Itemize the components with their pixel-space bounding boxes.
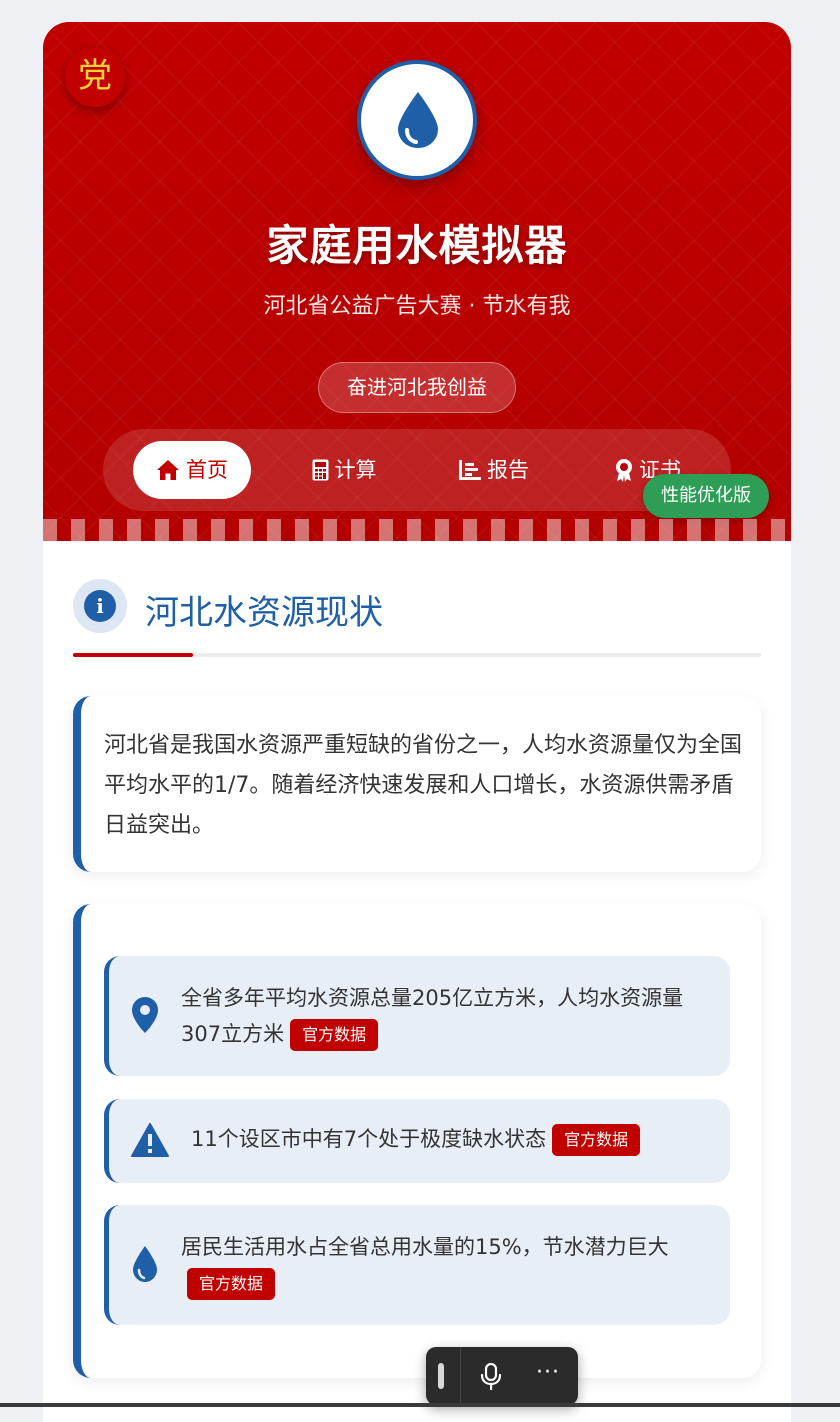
header-decorative-border: [43, 519, 791, 541]
info-icon: i: [73, 579, 127, 633]
fact-text: 全省多年平均水资源总量205亿立方米，人均水资源量307立方米 官方数据: [181, 980, 711, 1052]
fact-item: 11个设区市中有7个处于极度缺水状态 官方数据: [104, 1099, 730, 1183]
chart-icon: [459, 460, 481, 480]
party-badge: 党: [65, 47, 125, 107]
water-drop-icon: [398, 92, 438, 148]
intro-card: 河北省是我国水资源严重短缺的省份之一，人均水资源量仅为全国平均水平的1/7。随着…: [73, 696, 761, 872]
fact-item: 全省多年平均水资源总量205亿立方米，人均水资源量307立方米 官方数据: [104, 956, 730, 1076]
header-banner: 党 家庭用水模拟器 河北省公益广告大赛 · 节水有我 奋进河北我创益 首页 计算…: [43, 22, 791, 541]
bottom-edge: [0, 1403, 840, 1407]
section-title: 河北水资源现状: [145, 593, 383, 633]
intro-text: 河北省是我国水资源严重短缺的省份之一，人均水资源量仅为全国平均水平的1/7。随着…: [104, 733, 743, 838]
nav-tab-home[interactable]: 首页: [133, 441, 251, 499]
facts-card: 全省多年平均水资源总量205亿立方米，人均水资源量307立方米 官方数据 11个设…: [73, 904, 761, 1378]
official-data-tag: 官方数据: [187, 1268, 276, 1300]
more-options-icon[interactable]: ···: [536, 1362, 560, 1384]
calculator-icon: [312, 459, 328, 481]
nav-tab-label: 首页: [186, 458, 228, 482]
water-drop-icon: [133, 1246, 157, 1282]
nav-tab-label: 计算: [334, 458, 377, 482]
warning-icon: [131, 1123, 169, 1157]
section-divider: [73, 653, 761, 657]
drag-handle[interactable]: [438, 1363, 444, 1389]
app-logo: [357, 60, 477, 180]
map-pin-icon: [132, 997, 158, 1033]
fact-text: 11个设区市中有7个处于极度缺水状态 官方数据: [191, 1121, 721, 1157]
floating-toolbar: ···: [426, 1347, 578, 1405]
nav-tab-report[interactable]: 报告: [449, 441, 539, 499]
performance-badge: 性能优化版: [643, 474, 769, 518]
official-data-tag: 官方数据: [552, 1124, 641, 1156]
app-subtitle: 河北省公益广告大赛 · 节水有我: [263, 294, 571, 319]
nav-tab-label: 报告: [487, 458, 529, 482]
official-data-tag: 官方数据: [290, 1019, 379, 1051]
slogan-button[interactable]: 奋进河北我创益: [318, 362, 516, 413]
toolbar-separator: [460, 1347, 461, 1405]
microphone-icon[interactable]: [480, 1363, 502, 1391]
main-nav: 首页 计算 报告 证书: [103, 429, 731, 511]
award-icon: [616, 459, 632, 482]
app-container: 党 家庭用水模拟器 河北省公益广告大赛 · 节水有我 奋进河北我创益 首页 计算…: [43, 22, 791, 1422]
fact-item: 居民生活用水占全省总用水量的15%，节水潜力巨大官方数据: [104, 1205, 730, 1325]
fact-text: 居民生活用水占全省总用水量的15%，节水潜力巨大官方数据: [181, 1229, 711, 1301]
home-icon: [157, 460, 179, 480]
section-header: i 河北水资源现状: [73, 579, 761, 659]
nav-tab-calculate[interactable]: 计算: [299, 441, 389, 499]
app-title: 家庭用水模拟器: [266, 221, 568, 270]
